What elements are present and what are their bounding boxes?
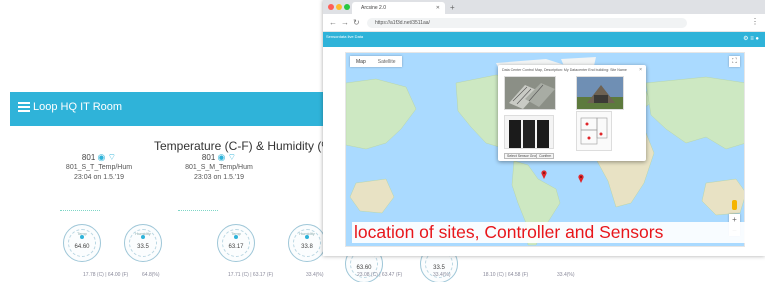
humidity-gauge: Humidity 33.5 [124,224,162,262]
temperature-reading: 18.10 (C) | 64.58 (F) [483,272,529,278]
sparkline [60,210,100,216]
tab-satellite[interactable]: Satellite [372,56,402,67]
browser-tab[interactable]: Arcsine 2.0 ✕ [352,2,445,14]
browser-menu-icon[interactable]: ⋮ [751,17,759,26]
tab-bar: Arcsine 2.0 ✕ + [323,0,765,14]
humidity-reading: 33.4(%) [306,272,324,278]
fullscreen-icon[interactable]: ⛶ [729,56,740,67]
gauge-value: 64.60 [74,244,90,250]
site-marker-pin[interactable] [541,170,547,179]
temperature-reading: 17.71 (C) | 63.17 (F) [228,272,274,278]
temperature-reading: 17.78 (C) | 64.00 (F) [83,272,129,278]
minimize-window-icon[interactable] [336,4,342,10]
map-type-tabs: Map Satellite [350,56,402,67]
site-info-popup: Data Center Control Map, Description: My… [498,65,646,161]
chart-subtitle: Temperature (C-F) & Humidity (%) [153,139,328,153]
wifi-icon: ⌔ [227,152,237,162]
humidity-reading: 33.4(%) [557,272,575,278]
temperature-gauge: Temp 63.17 [217,224,255,262]
app-header: Sensordata live Data ⚙ ≡ ● [323,32,765,47]
address-bar[interactable]: https://a1f3d.net/3511aa/ [367,18,687,28]
eye-icon[interactable]: ◉ [218,152,226,162]
gauge-value: 63.17 [228,244,244,250]
tab-title: Arcsine 2.0 [361,5,387,11]
humidity-reading: 33.4(%) [433,272,451,278]
sensor-card[interactable]: 801 ◉ ⌔ 801_S_T_Temp/Hum 23:04 on 1.5.'1… [44,152,154,183]
close-window-icon[interactable] [328,4,334,10]
browser-window: Arcsine 2.0 ✕ + ← → ↻ https://a1f3d.net/… [323,0,765,256]
sensor-card[interactable]: 801 ◉ ⌔ 801_S_M_Temp/Hum 23:03 on 1.5.'1… [164,152,274,183]
gauge-value: 63.60 [356,265,372,271]
tab-map[interactable]: Map [350,56,372,67]
confirm-button[interactable]: Confirm [536,153,555,159]
popup-close-icon[interactable]: × [639,67,642,73]
dashboard-header: Loop HQ IT Room [10,92,328,126]
sensor-name: 801_S_T_Temp/Hum [65,164,133,171]
dashboard-title: Loop HQ IT Room [33,101,123,113]
sensor-id: 801 [201,153,216,162]
sensor-name: 801_S_M_Temp/Hum [185,164,253,171]
caption-text: location of sites, Controller and Sensor… [352,222,745,243]
close-tab-icon[interactable]: ✕ [436,5,440,11]
humidity-reading: 64.8(%) [142,272,160,278]
reload-icon[interactable]: ↻ [353,18,360,27]
gauge-value: 33.5 [433,265,445,271]
wifi-icon: ⌔ [107,152,117,162]
sensor-timestamp: 23:03 on 1.5.'19 [194,174,244,181]
back-icon[interactable]: ← [329,18,337,27]
eye-icon[interactable]: ◉ [98,152,106,162]
dashboard-panel: Loop HQ IT Room Temperature (C-F) & Humi… [10,92,328,282]
app-header-icons[interactable]: ⚙ ≡ ● [743,35,759,42]
humidity-gauge: Humidity 33.8 [288,224,326,262]
maximize-window-icon[interactable] [344,4,350,10]
hamburger-menu-icon[interactable] [18,102,30,112]
sparkline [178,210,218,216]
world-map[interactable]: Map Satellite ⛶ + − Data Center Control … [345,52,745,247]
popup-title: Data Center Control Map, Description: My… [502,68,627,72]
sensor-timestamp: 23:04 on 1.5.'19 [74,174,124,181]
new-tab-icon[interactable]: + [450,3,455,12]
building-exterior-photo[interactable] [576,76,624,110]
site-marker-pin[interactable] [578,174,584,183]
temperature-gauge: Temp 64.60 [63,224,101,262]
server-rack-photo[interactable] [504,115,554,149]
street-view-icon[interactable] [732,200,737,210]
temperature-reading: 23.08 (C) | 63.47 (F) [357,272,403,278]
building-photo[interactable] [504,76,556,110]
forward-icon[interactable]: → [341,18,349,27]
floor-plan-image[interactable] [576,111,612,151]
sensor-id: 801 [81,153,96,162]
gauge-value: 33.5 [137,244,149,250]
browser-toolbar: ← → ↻ https://a1f3d.net/3511aa/ ⋮ [323,14,765,32]
app-title: Sensordata live Data [326,34,364,39]
gauge-value: 33.8 [301,244,313,250]
